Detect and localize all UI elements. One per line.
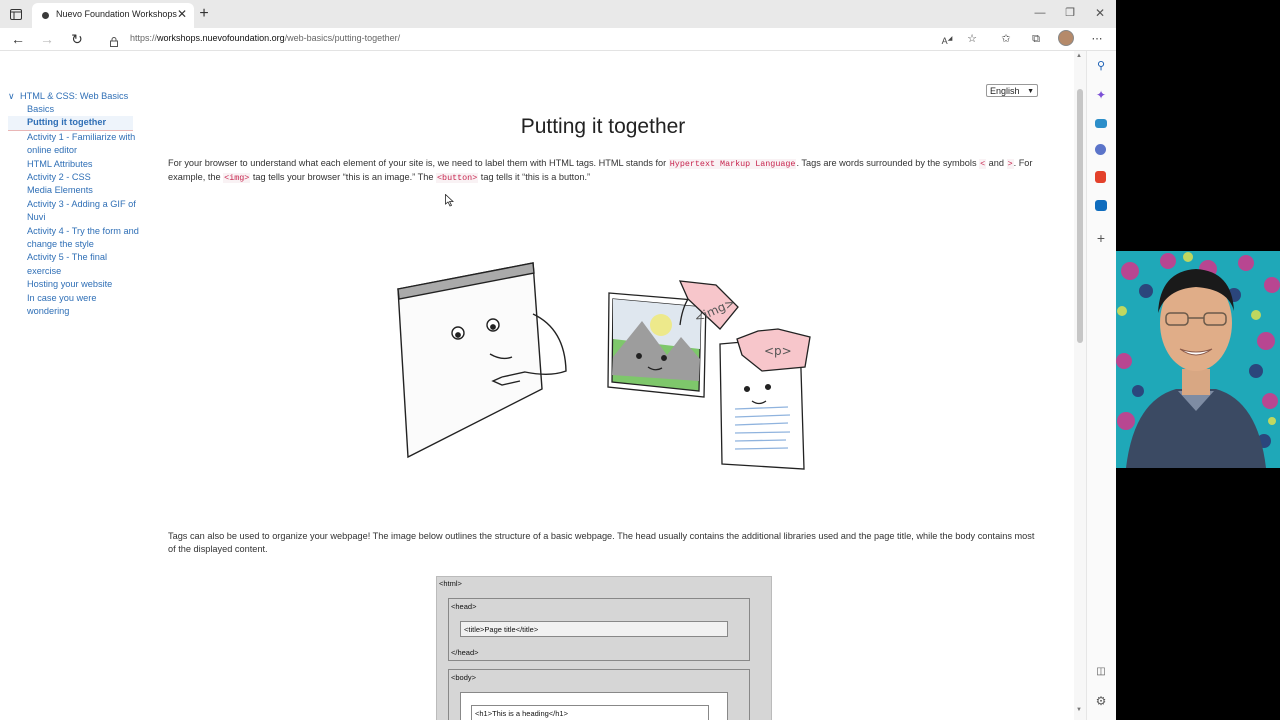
sidebar-toggle-icon[interactable]: ◫ <box>1094 665 1108 679</box>
new-tab-icon[interactable]: + <box>196 5 212 23</box>
minimize-icon[interactable]: — <box>1033 5 1047 21</box>
body-box: <body> <h1>This is a heading</h1> <box>448 669 750 720</box>
nav-item-activity-4[interactable]: Activity 4 - Try the form and change the… <box>8 225 139 252</box>
address-bar[interactable]: https://workshops.nuevofoundation.org/we… <box>106 29 926 49</box>
title-box: <title>Page title</title> <box>460 621 728 637</box>
title-line-label: <title>Page title</title> <box>464 625 539 634</box>
more-options-icon[interactable]: ⋯ <box>1089 31 1105 47</box>
chevron-down-icon: ∨ <box>8 91 15 101</box>
scroll-down-icon[interactable]: ▼ <box>1076 707 1082 713</box>
office-icon[interactable] <box>1095 171 1106 183</box>
head-box: <head> <title>Page title</title> </head> <box>448 598 750 661</box>
intro-paragraph: For your browser to understand what each… <box>168 157 1038 186</box>
scroll-thumb[interactable] <box>1077 89 1083 343</box>
collections-icon[interactable]: ⧉ <box>1028 31 1044 47</box>
page-title: Putting it together <box>520 115 686 138</box>
webcam-person-image <box>1116 251 1280 468</box>
p1-text-a: For your browser to understand what each… <box>168 158 669 168</box>
scroll-up-icon[interactable]: ▲ <box>1076 53 1082 59</box>
nav-item-media-elements[interactable]: Media Elements <box>8 184 139 197</box>
head-open-label: <head> <box>451 602 477 611</box>
games-icon[interactable] <box>1095 144 1106 155</box>
back-icon[interactable]: ← <box>9 30 27 48</box>
favorite-star-icon[interactable]: ☆ <box>964 31 980 47</box>
nav-item-activity-2[interactable]: Activity 2 - CSS <box>8 171 139 184</box>
p1-text-f: tag tells it “this is a button.” <box>478 172 591 183</box>
edge-sidebar: ⚲ ✦ + ◫ ⚙ <box>1086 51 1116 720</box>
read-aloud-icon[interactable]: A◢ <box>939 31 955 47</box>
favicon-icon <box>42 12 49 19</box>
close-window-icon[interactable]: ✕ <box>1093 5 1107 21</box>
body-open-label: <body> <box>451 673 477 682</box>
forward-icon[interactable]: → <box>38 30 56 48</box>
p1-text-e: tag tells your browser “this is an image… <box>250 172 437 183</box>
url-domain: workshops.nuevofoundation.org <box>157 33 285 43</box>
code-button: <button> <box>436 173 479 184</box>
html-open-label: <html> <box>439 579 462 588</box>
code-img: <img> <box>223 173 251 184</box>
url-scheme: https:// <box>130 33 158 43</box>
p-tag-label: <p> <box>764 344 792 358</box>
url-text: https://workshops.nuevofoundation.org/we… <box>130 33 400 43</box>
webcam-video <box>1116 251 1280 468</box>
html-structure-diagram: <html> <head> <title>Page title</title> … <box>436 576 772 720</box>
h1-line-label: <h1>This is a heading</h1> <box>475 709 568 718</box>
restore-icon[interactable]: ❐ <box>1063 5 1077 21</box>
code-gt: > <box>1006 159 1014 169</box>
nav-item-activity-5[interactable]: Activity 5 - The final exercise <box>8 251 139 278</box>
url-path: /web-basics/putting-together/ <box>284 33 401 43</box>
sparkle-icon[interactable]: ✦ <box>1094 88 1108 102</box>
browser-tab[interactable]: Nuevo Foundation Workshops ✕ <box>32 3 194 28</box>
page-scrollbar[interactable]: ▲ ▼ <box>1074 51 1086 720</box>
p1-text-c: and <box>986 158 1007 168</box>
head-close-label: </head> <box>451 648 479 657</box>
search-icon[interactable]: ⚲ <box>1094 59 1108 73</box>
body-content-box: <h1>This is a heading</h1> <box>460 692 728 720</box>
outlook-icon[interactable] <box>1095 200 1107 211</box>
html-tags-illustration: <img> <p> <box>397 262 811 470</box>
nav-item-html-attributes[interactable]: HTML Attributes <box>8 158 139 171</box>
lock-icon <box>110 34 118 47</box>
add-icon[interactable]: + <box>1094 231 1108 245</box>
tab-actions-icon[interactable] <box>8 5 24 23</box>
close-tab-icon[interactable]: ✕ <box>176 7 188 21</box>
mouse-cursor-icon <box>445 193 455 212</box>
nav-root-item[interactable]: ∨ HTML & CSS: Web Basics <box>8 89 148 103</box>
tab-title: Nuevo Foundation Workshops <box>56 9 177 19</box>
page-content: ∨ HTML & CSS: Web Basics Basics Putting i… <box>0 51 1074 720</box>
browser-toolbar: ← → ↻ https://workshops.nuevofoundation.… <box>0 28 1116 51</box>
browser-window: Nuevo Foundation Workshops ✕ + — ❐ ✕ ← →… <box>0 0 1116 720</box>
nav-item-hosting[interactable]: Hosting your website <box>8 278 139 291</box>
p1-text-b: . Tags are words surrounded by the symbo… <box>796 158 980 168</box>
heading-box: <h1>This is a heading</h1> <box>471 705 709 720</box>
settings-gear-icon[interactable]: ⚙ <box>1094 694 1108 708</box>
language-selected: English <box>990 86 1020 96</box>
tab-strip: Nuevo Foundation Workshops ✕ + — ❐ ✕ <box>0 0 1116 28</box>
profile-avatar[interactable] <box>1058 30 1074 46</box>
nav-item-activity-3[interactable]: Activity 3 - Adding a GIF of Nuvi <box>8 198 139 225</box>
structure-paragraph: Tags can also be used to organize your w… <box>168 531 1035 555</box>
chevron-down-icon: ▼ <box>1027 88 1034 95</box>
code-hypertext: Hypertext Markup Language <box>668 159 797 169</box>
refresh-icon[interactable]: ↻ <box>68 30 86 48</box>
language-select[interactable]: English ▼ <box>986 84 1038 97</box>
nav-item-in-case[interactable]: In case you were wondering <box>8 292 139 319</box>
favorites-icon[interactable]: ✩ <box>998 31 1014 47</box>
nav-root-label: HTML & CSS: Web Basics <box>20 91 129 101</box>
shopping-icon[interactable] <box>1095 119 1107 128</box>
